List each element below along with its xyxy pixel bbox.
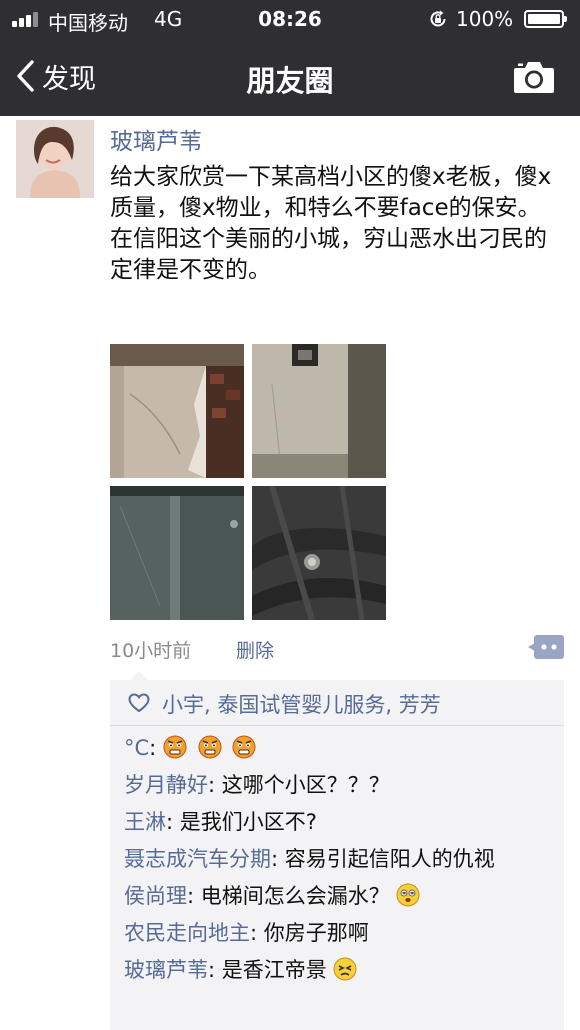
comment-author[interactable]: 农民走向地主 [124, 921, 250, 945]
battery-level-fill [528, 14, 560, 24]
comment-item[interactable]: °C: [124, 734, 554, 763]
photo-3[interactable] [110, 486, 244, 620]
photo-1[interactable] [110, 344, 244, 478]
comment-item[interactable]: 农民走向地主: 你房子那啊 [124, 919, 554, 948]
liked-by-names[interactable]: 小宇, 泰国试管婴儿服务, 芳芳 [162, 689, 441, 719]
angry-face-emoji-icon [232, 735, 256, 759]
comment-text: 电梯间怎么会漏水？ [200, 884, 390, 908]
sweat-face-emoji-icon [333, 957, 357, 981]
comment-area: 小宇, 泰国试管婴儿服务, 芳芳 °C: 岁月静好: 这哪个小区？？？ 王淋: … [110, 671, 564, 1030]
delete-post-link[interactable]: 删除 [236, 636, 274, 663]
comment-separator: : [149, 736, 163, 760]
page-title: 朋友圈 [246, 64, 334, 98]
comment-separator: : [250, 921, 264, 945]
comment-item[interactable]: 聂志成汽车分期: 容易引起信阳人的仇视 [124, 845, 554, 874]
battery-percentage: 100% [456, 7, 514, 31]
comment-text: 容易引起信阳人的仇视 [284, 847, 495, 871]
comment-separator: : [271, 847, 285, 871]
comment-separator: : [166, 810, 180, 834]
comment-author[interactable]: 玻璃芦苇 [124, 958, 208, 982]
comment-item[interactable]: 侯尚理: 电梯间怎么会漏水？ [124, 882, 554, 911]
angry-face-emoji-icon [198, 735, 222, 759]
comment-more-icon[interactable] [528, 634, 564, 660]
photo-grid [110, 344, 390, 620]
photo-cracked-wall [110, 344, 244, 478]
comment-author[interactable]: 王淋 [124, 810, 166, 834]
moments-post: 玻璃芦苇 给大家欣赏一下某高档小区的傻x老板，傻x质量，傻x物业，和特么不要fa… [0, 116, 580, 1030]
comment-author[interactable]: 聂志成汽车分期 [124, 847, 271, 871]
comment-list: °C: 岁月静好: 这哪个小区？？？ 王淋: 是我们小区不? 聂志成汽车分期: … [124, 734, 554, 993]
navigation-bar: 发现 朋友圈 [0, 38, 580, 116]
dizzy-face-emoji-icon [396, 883, 420, 907]
likes-row: 小宇, 泰国试管婴儿服务, 芳芳 [110, 680, 564, 726]
post-content: 给大家欣赏一下某高档小区的傻x老板，傻x质量，傻x物业，和特么不要face的保安… [110, 164, 552, 283]
author-avatar[interactable] [16, 120, 94, 198]
comment-text: 这哪个小区？？？ [221, 773, 390, 797]
comment-separator: : [187, 884, 201, 908]
rotation-lock-icon [430, 10, 446, 27]
comment-item[interactable]: 岁月静好: 这哪个小区？？？ [124, 771, 554, 800]
comment-separator: : [208, 773, 222, 797]
angry-face-emoji-icon [163, 735, 187, 759]
status-bar: 中国移动 4G 08:26 100% [0, 0, 580, 38]
comment-author[interactable]: °C [124, 736, 149, 760]
comment-item[interactable]: 玻璃芦苇: 是香江帝景 [124, 956, 554, 985]
post-timestamp: 10小时前 [110, 640, 192, 662]
photo-wall-corner [252, 344, 386, 478]
heart-outline-icon [128, 693, 150, 713]
author-avatar-image [16, 120, 94, 198]
photo-elevator-door [110, 486, 244, 620]
photo-tire-screw [252, 486, 386, 620]
camera-icon[interactable] [512, 58, 556, 96]
comment-text: 是我们小区不? [179, 810, 317, 834]
battery-icon [524, 10, 567, 28]
post-meta: 10小时前 删除 [110, 634, 564, 664]
comment-item[interactable]: 王淋: 是我们小区不? [124, 808, 554, 837]
post-author-name[interactable]: 玻璃芦苇 [110, 122, 202, 156]
photo-2[interactable] [252, 344, 386, 478]
photo-4[interactable] [252, 486, 386, 620]
comment-author[interactable]: 岁月静好 [124, 773, 208, 797]
comment-separator: : [208, 958, 222, 982]
comment-author[interactable]: 侯尚理 [124, 884, 187, 908]
comment-text: 你房子那啊 [263, 921, 369, 945]
comment-text: 是香江帝景 [221, 958, 327, 982]
